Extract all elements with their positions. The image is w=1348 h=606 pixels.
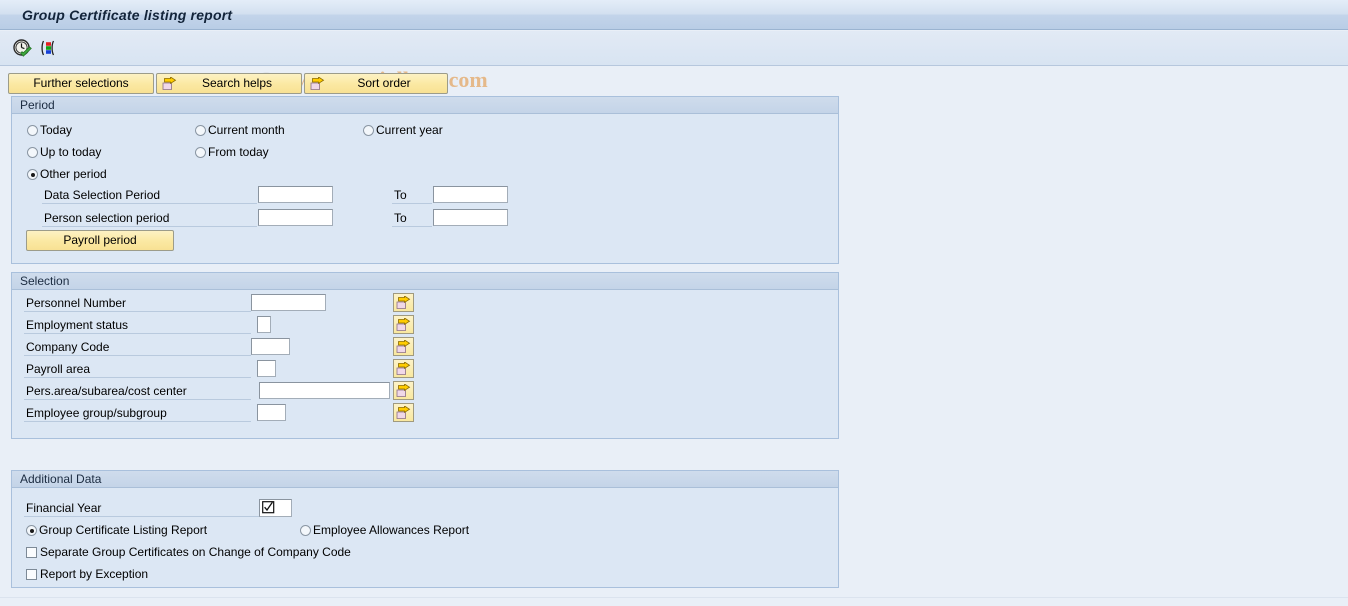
personnel-number-multiselect-button[interactable] bbox=[393, 293, 414, 312]
period-groupbox-title: Period bbox=[12, 97, 838, 114]
radio-icon bbox=[27, 125, 38, 136]
radio-icon bbox=[300, 525, 311, 536]
arrow-folder-icon bbox=[396, 406, 411, 419]
company-code-label: Company Code bbox=[24, 339, 251, 356]
company-code-multiselect-button[interactable] bbox=[393, 337, 414, 356]
radio-employee-allowances-report-label: Employee Allowances Report bbox=[313, 523, 470, 537]
radio-current-year-label: Current year bbox=[376, 123, 443, 137]
sort-order-label: Sort order bbox=[357, 76, 411, 90]
display-variant-icon[interactable] bbox=[38, 38, 59, 59]
sort-order-button[interactable]: Sort order bbox=[304, 73, 448, 94]
arrow-folder-icon bbox=[396, 384, 411, 397]
arrow-folder-icon bbox=[396, 340, 411, 353]
person-selection-period-to-input[interactable] bbox=[433, 209, 508, 226]
window-titlebar: Group Certificate listing report bbox=[0, 0, 1348, 30]
application-toolbar: © www.tutorialkart.com bbox=[0, 31, 1348, 92]
radio-today[interactable]: Today bbox=[27, 123, 72, 137]
employee-group-subgroup-input[interactable] bbox=[257, 404, 286, 421]
payroll-period-button[interactable]: Payroll period bbox=[26, 230, 174, 251]
data-selection-period-to-label: To bbox=[392, 187, 432, 204]
radio-group-certificate-listing-report-label: Group Certificate Listing Report bbox=[39, 523, 208, 537]
payroll-period-label: Payroll period bbox=[63, 233, 137, 247]
further-selections-button[interactable]: Further selections bbox=[8, 73, 154, 94]
employment-status-label: Employment status bbox=[24, 317, 251, 334]
radio-group-certificate-listing-report[interactable]: Group Certificate Listing Report bbox=[26, 523, 207, 537]
checkbox-separate-group-certificates-label: Separate Group Certificates on Change of… bbox=[40, 545, 351, 559]
pers-area-subarea-cost-center-multiselect-button[interactable] bbox=[393, 381, 414, 400]
arrow-folder-icon bbox=[396, 318, 411, 331]
data-selection-period-label: Data Selection Period bbox=[42, 187, 257, 204]
radio-other-period[interactable]: Other period bbox=[27, 167, 107, 181]
data-selection-period-to-input[interactable] bbox=[433, 186, 508, 203]
employee-group-subgroup-multiselect-button[interactable] bbox=[393, 403, 414, 422]
radio-other-period-label: Other period bbox=[40, 167, 107, 181]
employment-status-multiselect-button[interactable] bbox=[393, 315, 414, 334]
financial-year-input[interactable] bbox=[259, 499, 292, 517]
radio-icon bbox=[27, 169, 38, 180]
person-selection-period-to-label: To bbox=[392, 210, 432, 227]
further-selections-label: Further selections bbox=[33, 76, 129, 90]
data-selection-period-from-input[interactable] bbox=[258, 186, 333, 203]
radio-icon bbox=[27, 147, 38, 158]
checkbox-report-by-exception[interactable]: Report by Exception bbox=[26, 567, 148, 581]
pers-area-subarea-cost-center-label: Pers.area/subarea/cost center bbox=[24, 383, 251, 400]
radio-employee-allowances-report[interactable]: Employee Allowances Report bbox=[300, 523, 469, 537]
checkbox-report-by-exception-label: Report by Exception bbox=[40, 567, 149, 581]
payroll-area-input[interactable] bbox=[257, 360, 276, 377]
radio-current-year[interactable]: Current year bbox=[363, 123, 443, 137]
personnel-number-input[interactable] bbox=[251, 294, 326, 311]
clock-check-icon[interactable] bbox=[12, 38, 33, 59]
search-helps-button[interactable]: Search helps bbox=[156, 73, 302, 94]
search-helps-label: Search helps bbox=[201, 76, 273, 90]
radio-current-month[interactable]: Current month bbox=[195, 123, 285, 137]
company-code-input[interactable] bbox=[251, 338, 290, 355]
personnel-number-label: Personnel Number bbox=[24, 295, 251, 312]
checkbox-icon bbox=[26, 547, 37, 558]
selection-groupbox-body: Personnel Number Employment status Compa… bbox=[12, 290, 838, 437]
page-title: Group Certificate listing report bbox=[22, 7, 233, 23]
selection-groupbox-title: Selection bbox=[12, 273, 838, 290]
radio-from-today-label: From today bbox=[208, 145, 269, 159]
radio-current-month-label: Current month bbox=[208, 123, 285, 137]
arrow-folder-icon bbox=[396, 296, 411, 309]
radio-icon bbox=[195, 125, 206, 136]
additional-data-groupbox: Additional Data Financial Year Group Cer… bbox=[11, 470, 839, 588]
radio-up-to-today-label: Up to today bbox=[40, 145, 102, 159]
person-selection-period-from-input[interactable] bbox=[258, 209, 333, 226]
radio-icon bbox=[26, 525, 37, 536]
employment-status-input[interactable] bbox=[257, 316, 271, 333]
radio-from-today[interactable]: From today bbox=[195, 145, 269, 159]
radio-up-to-today[interactable]: Up to today bbox=[27, 145, 101, 159]
payroll-area-multiselect-button[interactable] bbox=[393, 359, 414, 378]
arrow-folder-icon bbox=[310, 76, 325, 91]
pers-area-subarea-cost-center-input[interactable] bbox=[259, 382, 390, 399]
radio-icon bbox=[363, 125, 374, 136]
arrow-folder-icon bbox=[396, 362, 411, 375]
checkbox-separate-group-certificates[interactable]: Separate Group Certificates on Change of… bbox=[26, 545, 351, 559]
financial-year-label: Financial Year bbox=[24, 500, 259, 517]
employee-group-subgroup-label: Employee group/subgroup bbox=[24, 405, 251, 422]
radio-today-label: Today bbox=[40, 123, 73, 137]
additional-data-groupbox-body: Financial Year Group Certificate Listing… bbox=[12, 488, 838, 586]
selection-groupbox: Selection Personnel Number Employment st… bbox=[11, 272, 839, 439]
additional-data-groupbox-title: Additional Data bbox=[12, 471, 838, 488]
period-groupbox-body: Today Current month Current year Up to t… bbox=[12, 114, 838, 262]
page-bottom-divider bbox=[0, 597, 1348, 598]
person-selection-period-label: Person selection period bbox=[42, 210, 257, 227]
arrow-folder-icon bbox=[162, 76, 177, 91]
checkbox-icon bbox=[26, 569, 37, 580]
period-groupbox: Period Today Current month Current year … bbox=[11, 96, 839, 264]
radio-icon bbox=[195, 147, 206, 158]
payroll-area-label: Payroll area bbox=[24, 361, 251, 378]
